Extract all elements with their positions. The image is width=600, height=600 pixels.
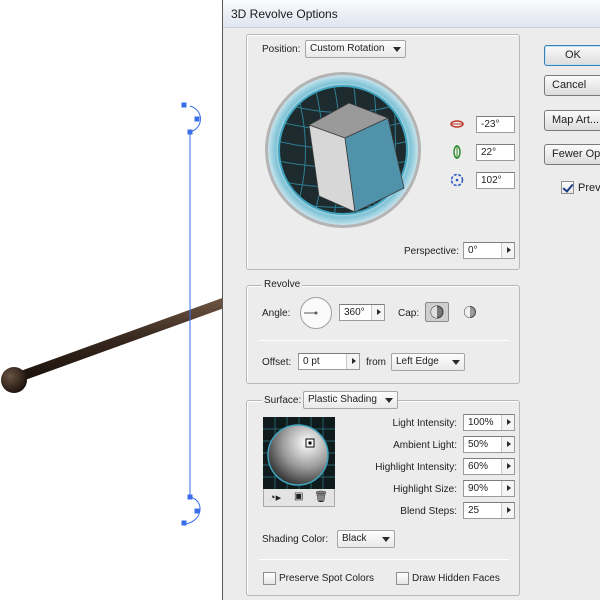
map-art-button[interactable]: Map Art... (544, 110, 600, 131)
cap-label: Cap: (398, 308, 420, 319)
rotate-z-field[interactable]: 102° (476, 172, 515, 189)
position-label: Position: (262, 44, 301, 55)
light-controls-bar: ◔▸ ▣ 🗑 (263, 489, 335, 507)
highlight-size-slider-arrow[interactable] (501, 481, 514, 496)
cancel-button[interactable]: Cancel (544, 75, 600, 96)
cap-on-button[interactable] (425, 302, 449, 322)
preserve-spot-colors-checkbox[interactable] (263, 572, 276, 585)
preserve-spot-colors-label: Preserve Spot Colors (279, 573, 375, 584)
revolve-separator (259, 340, 509, 341)
offset-label: Offset: (262, 357, 292, 368)
draw-hidden-faces-checkbox[interactable] (396, 572, 409, 585)
ok-button[interactable]: OK (544, 45, 600, 66)
rotate-z-axis-icon (450, 173, 464, 187)
draw-hidden-faces-label: Draw Hidden Faces (412, 573, 500, 584)
shading-color-label: Shading Color: (262, 534, 329, 545)
revolve-group (246, 285, 520, 384)
light-intensity-label: Light Intensity: (392, 418, 457, 429)
revolved-rod-object (1, 297, 231, 393)
surface-dropdown[interactable]: Plastic Shading (303, 391, 398, 409)
ambient-light-label: Ambient Light: (393, 440, 457, 451)
ambient-light-slider-arrow[interactable] (501, 437, 514, 452)
highlight-intensity-field[interactable]: 60% (463, 458, 515, 475)
shading-color-dropdown[interactable]: Black (337, 530, 395, 548)
perspective-label: Perspective: (404, 246, 460, 257)
dialog-title: 3D Revolve Options (231, 7, 338, 21)
rotate-x-field[interactable]: -23° (476, 116, 515, 133)
dialog-titlebar[interactable]: 3D Revolve Options (223, 0, 600, 28)
blend-steps-slider-arrow[interactable] (501, 503, 514, 518)
lighting-sphere-preview[interactable] (263, 417, 335, 489)
rotate-x-axis-icon (450, 120, 464, 128)
move-light-back-icon[interactable]: ◔▸ (269, 491, 281, 504)
position-dropdown[interactable]: Custom Rotation (305, 40, 406, 58)
revolve-title: Revolve (262, 279, 303, 290)
from-edge-dropdown[interactable]: Left Edge (391, 353, 465, 371)
blend-steps-label: Blend Steps: (400, 506, 457, 517)
chevron-down-icon (385, 398, 393, 403)
fewer-options-button[interactable]: Fewer Options (544, 144, 600, 165)
angle-slider-arrow[interactable] (371, 305, 384, 320)
light-intensity-field[interactable]: 100% (463, 414, 515, 431)
revolve-options-dialog: 3D Revolve Options OK Cancel Map Art... … (222, 0, 600, 600)
angle-field[interactable]: 360° (339, 304, 385, 321)
rotate-y-axis-icon (453, 145, 461, 159)
rotation-trackball[interactable] (263, 70, 423, 230)
angle-label: Angle: (262, 308, 291, 319)
cap-on-icon (430, 305, 444, 319)
offset-field[interactable]: 0 pt (298, 353, 360, 370)
delete-light-icon[interactable]: 🗑 (314, 490, 328, 503)
perspective-field[interactable]: 0° (463, 242, 515, 259)
chevron-down-icon (382, 537, 390, 542)
ambient-light-field[interactable]: 50% (463, 436, 515, 453)
new-light-icon[interactable]: ▣ (294, 491, 303, 502)
highlight-intensity-slider-arrow[interactable] (501, 459, 514, 474)
chevron-down-icon (452, 360, 460, 365)
from-label: from (366, 357, 386, 368)
offset-slider-arrow[interactable] (346, 354, 359, 369)
blend-steps-field[interactable]: 25 (463, 502, 515, 519)
rotate-y-field[interactable]: 22° (476, 144, 515, 161)
preview-label: Preview (578, 182, 600, 194)
preview-checkbox[interactable] (561, 181, 574, 194)
highlight-size-label: Highlight Size: (393, 484, 457, 495)
chevron-down-icon (393, 47, 401, 52)
surface-label: Surface: (262, 395, 304, 406)
highlight-size-field[interactable]: 90% (463, 480, 515, 497)
cap-off-icon[interactable] (461, 303, 479, 321)
highlight-intensity-label: Highlight Intensity: (375, 462, 457, 473)
light-intensity-slider-arrow[interactable] (501, 415, 514, 430)
angle-dial[interactable] (299, 296, 333, 330)
perspective-slider-arrow[interactable] (501, 243, 514, 258)
surface-separator (259, 559, 509, 560)
